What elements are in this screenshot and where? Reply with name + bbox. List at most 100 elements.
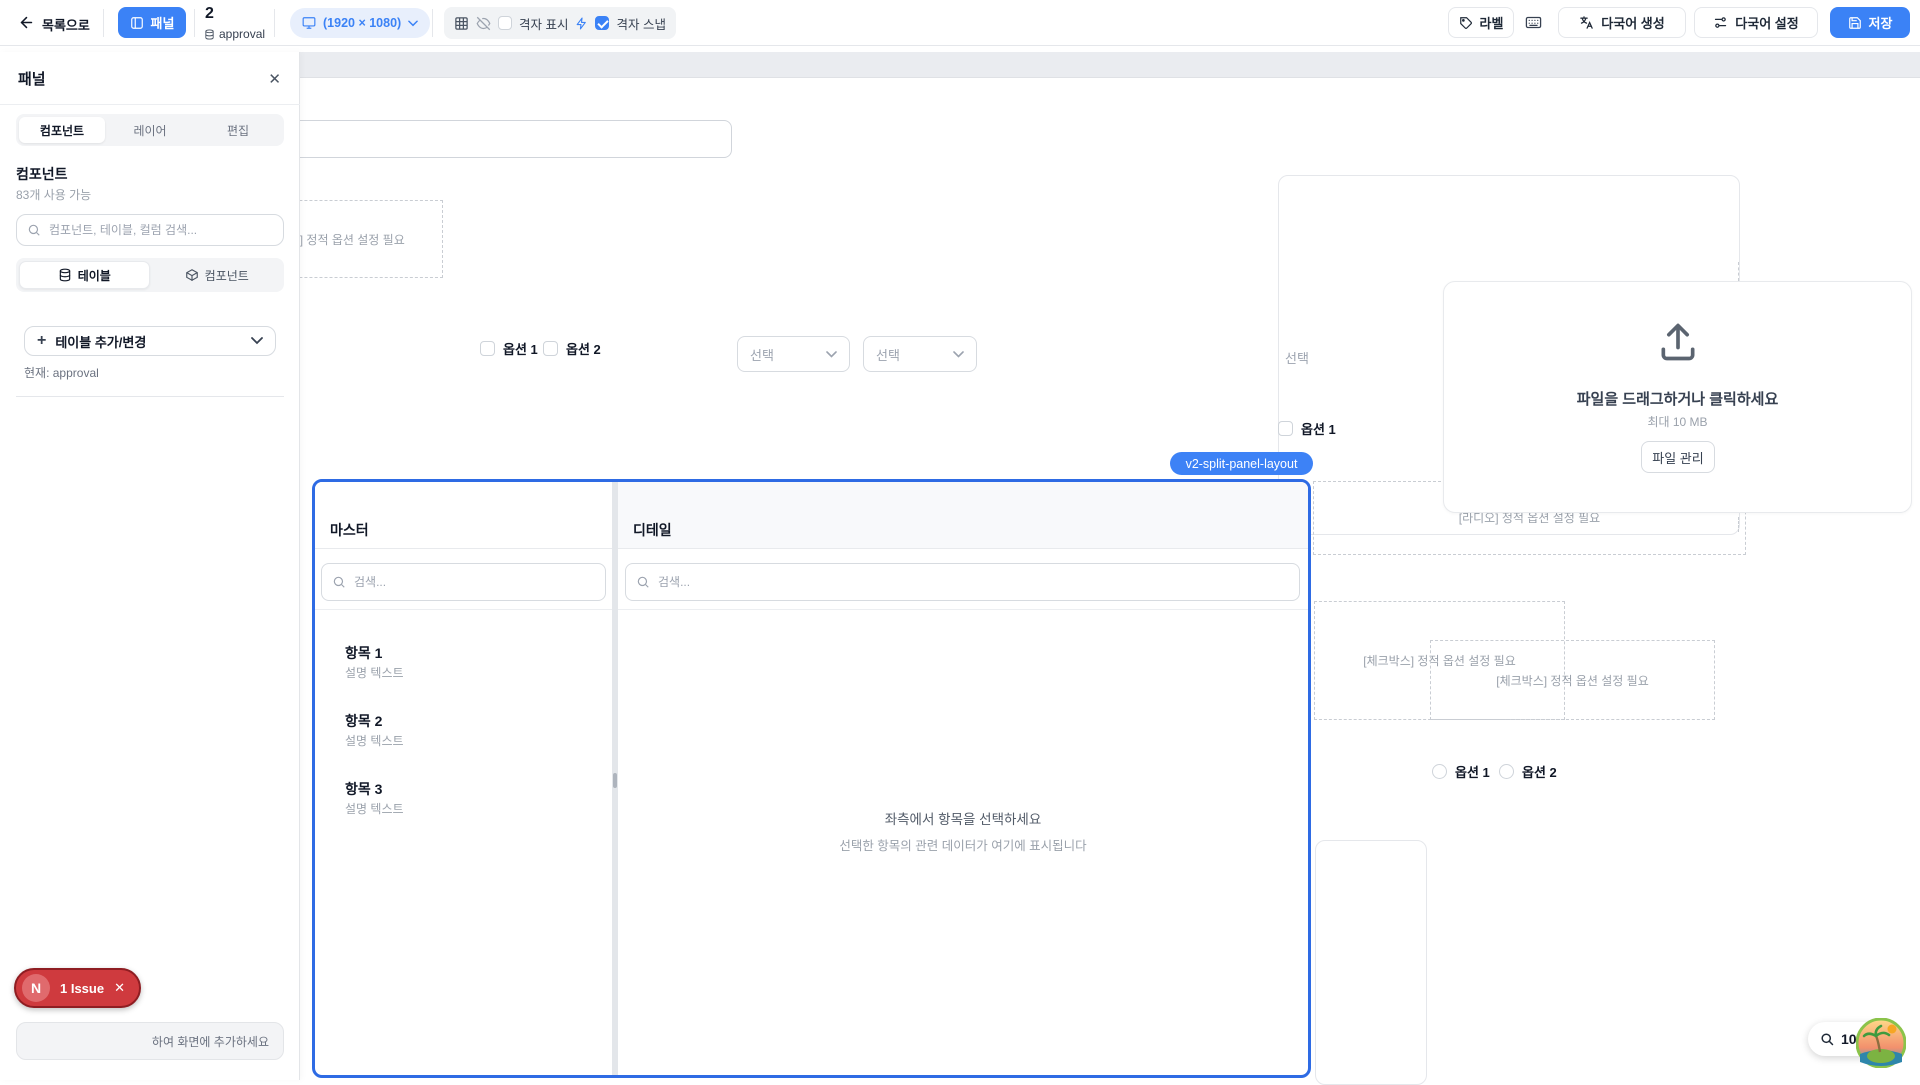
drag-hint-text: 하여 화면에 추가하세요 bbox=[152, 1033, 269, 1050]
label-button-text: 라벨 bbox=[1480, 13, 1504, 32]
checkbox-option-2[interactable]: 옵션 2 bbox=[543, 339, 601, 358]
segment-components[interactable]: 컴포넌트 bbox=[153, 261, 282, 289]
divider bbox=[274, 9, 275, 37]
upload-icon bbox=[1656, 320, 1700, 364]
select-value: 선택 bbox=[750, 345, 774, 364]
divider bbox=[194, 9, 195, 37]
checkbox-option-1[interactable]: 옵션 1 bbox=[480, 339, 538, 358]
top-toolbar: 목록으로 패널 2 approval (1920 × 1080) 격자 표시 격… bbox=[0, 0, 1920, 46]
grid-controls-group: 격자 표시 격자 스냅 bbox=[444, 7, 676, 39]
master-search-input[interactable] bbox=[321, 563, 606, 601]
detail-search-input[interactable] bbox=[625, 563, 1300, 601]
island-widget-icon[interactable] bbox=[1856, 1018, 1906, 1068]
add-table-dropdown[interactable]: + 테이블 추가/변경 bbox=[24, 326, 276, 356]
keyboard-icon[interactable] bbox=[1524, 14, 1543, 31]
single-checkbox-option[interactable]: 옵션 1 bbox=[1278, 419, 1336, 438]
i18n-settings-label: 다국어 설정 bbox=[1735, 13, 1798, 32]
chevron-down-icon bbox=[251, 337, 263, 345]
master-header: 마스터 bbox=[315, 482, 612, 549]
canvas-text-input[interactable] bbox=[250, 120, 732, 158]
close-icon[interactable]: ✕ bbox=[268, 70, 281, 88]
radio-icon[interactable] bbox=[1432, 764, 1447, 779]
item-desc: 설명 텍스트 bbox=[345, 664, 404, 681]
eye-off-icon bbox=[476, 16, 491, 31]
panel-toggle-button[interactable]: 패널 bbox=[118, 7, 186, 38]
checkbox-icon[interactable] bbox=[480, 341, 495, 356]
page-number: 2 bbox=[205, 5, 214, 23]
divider bbox=[103, 9, 104, 37]
save-icon bbox=[1848, 16, 1862, 30]
tall-card bbox=[1315, 840, 1427, 1085]
save-button-label: 저장 bbox=[1869, 13, 1893, 32]
selected-component-tag: v2-split-panel-layout bbox=[1170, 452, 1313, 475]
i18n-settings-button[interactable]: 다국어 설정 bbox=[1694, 7, 1818, 38]
database-icon bbox=[58, 268, 72, 282]
checkbox-icon[interactable] bbox=[543, 341, 558, 356]
segment-label: 테이블 bbox=[78, 267, 111, 284]
panel-button-label: 패널 bbox=[151, 13, 175, 32]
component-search-input[interactable] bbox=[16, 214, 284, 246]
save-button[interactable]: 저장 bbox=[1830, 7, 1910, 38]
chevron-down-icon bbox=[953, 351, 964, 358]
grid-snap-checkbox[interactable] bbox=[595, 16, 609, 30]
file-upload-dropzone[interactable]: 파일을 드래그하거나 클릭하세요 최대 10 MB 파일 관리 bbox=[1443, 281, 1912, 513]
components-panel: 패널 ✕ 컴포넌트 레이어 편집 컴포넌트 83개 사용 가능 테이블 컴포넌트… bbox=[0, 52, 300, 1080]
radio-icon[interactable] bbox=[1499, 764, 1514, 779]
issue-badge-label: 1 Issue bbox=[60, 981, 104, 996]
add-table-label: 테이블 추가/변경 bbox=[55, 332, 242, 351]
list-item-2[interactable]: 항목 2 설명 텍스트 bbox=[315, 702, 612, 770]
current-table-label: 현재: approval bbox=[24, 364, 99, 381]
item-desc: 설명 텍스트 bbox=[345, 800, 404, 817]
back-arrow-icon[interactable] bbox=[18, 14, 35, 31]
issue-badge-initial: N bbox=[22, 974, 50, 1002]
checkbox-label: 옵션 2 bbox=[566, 339, 601, 358]
radio-option-2[interactable]: 옵션 2 bbox=[1499, 762, 1557, 781]
chevron-down-icon bbox=[408, 20, 418, 27]
segment-tables[interactable]: 테이블 bbox=[19, 261, 150, 289]
split-resize-handle[interactable] bbox=[613, 773, 617, 788]
radio-option-1[interactable]: 옵션 1 bbox=[1432, 762, 1490, 781]
detail-header: 디테일 bbox=[618, 482, 1308, 549]
i18n-generate-button[interactable]: 다국어 생성 bbox=[1558, 7, 1686, 38]
detail-empty-title: 좌측에서 항목을 선택하세요 bbox=[618, 808, 1308, 828]
select-dropdown-1[interactable]: 선택 bbox=[737, 336, 850, 372]
master-search-field[interactable] bbox=[354, 575, 595, 589]
master-title: 마스터 bbox=[330, 520, 369, 540]
item-desc: 설명 텍스트 bbox=[345, 732, 404, 749]
tab-layers[interactable]: 레이어 bbox=[107, 117, 193, 143]
monitor-icon bbox=[302, 16, 316, 30]
radio-label: 옵션 2 bbox=[1522, 762, 1557, 781]
back-to-list-button[interactable]: 목록으로 bbox=[42, 15, 90, 34]
list-item-3[interactable]: 항목 3 설명 텍스트 bbox=[315, 770, 612, 838]
divider bbox=[432, 9, 433, 37]
section-title: 컴포넌트 bbox=[16, 164, 68, 184]
list-item-1[interactable]: 항목 1 설명 텍스트 bbox=[315, 634, 612, 702]
magnifier-icon bbox=[1820, 1032, 1835, 1047]
grid-show-label: 격자 표시 bbox=[519, 14, 568, 33]
standalone-select-label: 선택 bbox=[1285, 348, 1309, 367]
item-title: 항목 2 bbox=[345, 711, 382, 731]
split-panel-component[interactable]: 마스터 항목 1 설명 텍스트 항목 2 설명 텍스트 항목 3 설명 텍스트 … bbox=[312, 479, 1311, 1078]
tag-icon bbox=[1459, 16, 1473, 30]
search-icon bbox=[636, 575, 650, 589]
resolution-dropdown[interactable]: (1920 × 1080) bbox=[290, 8, 430, 38]
i18n-generate-label: 다국어 생성 bbox=[1601, 13, 1664, 32]
checkbox-icon[interactable] bbox=[1278, 421, 1293, 436]
panel-left-icon bbox=[130, 16, 144, 30]
segment-label: 컴포넌트 bbox=[205, 267, 249, 284]
languages-icon bbox=[1579, 15, 1594, 30]
search-icon bbox=[27, 223, 41, 237]
select-dropdown-2[interactable]: 선택 bbox=[863, 336, 977, 372]
component-search-field[interactable] bbox=[49, 223, 273, 237]
divider bbox=[0, 104, 300, 105]
detail-search-field[interactable] bbox=[658, 575, 1289, 589]
tab-edit[interactable]: 편집 bbox=[195, 117, 281, 143]
close-icon[interactable]: ✕ bbox=[114, 980, 125, 996]
search-icon bbox=[332, 575, 346, 589]
grid-show-checkbox[interactable] bbox=[498, 16, 512, 30]
file-manage-button[interactable]: 파일 관리 bbox=[1641, 441, 1715, 473]
dashed-edge-segment bbox=[1738, 262, 1739, 281]
tab-components[interactable]: 컴포넌트 bbox=[19, 117, 105, 143]
label-button[interactable]: 라벨 bbox=[1448, 7, 1514, 38]
issue-badge[interactable]: N 1 Issue ✕ bbox=[14, 968, 141, 1008]
